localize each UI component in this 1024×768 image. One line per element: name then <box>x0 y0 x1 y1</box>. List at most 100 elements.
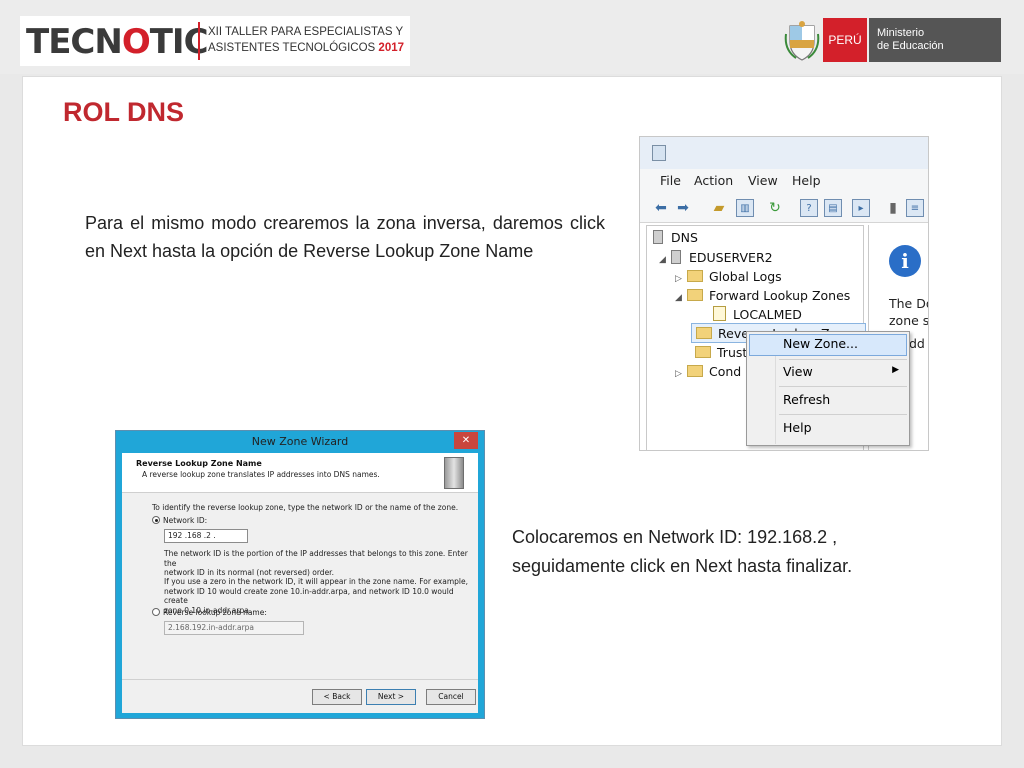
action-pane-icon[interactable]: ▸ <box>852 199 870 217</box>
tree-node-dns[interactable]: DNS <box>653 228 698 248</box>
menu-item-new-zone[interactable]: New Zone... <box>783 336 858 351</box>
zone-name-radio[interactable] <box>152 608 160 616</box>
event-line2: ASISTENTES TECNOLÓGICOS <box>208 42 376 54</box>
menu-item-help[interactable]: Help <box>783 420 812 435</box>
wizard-instruction: To identify the reverse lookup zone, typ… <box>152 503 459 512</box>
tree-node-localmed[interactable]: LOCALMED <box>713 305 802 325</box>
menu-view[interactable]: View <box>748 173 778 188</box>
event-title: XII TALLER PARA ESPECIALISTAS Y ASISTENT… <box>208 24 404 56</box>
menu-help[interactable]: Help <box>792 173 821 188</box>
folder-icon <box>696 327 712 339</box>
wizard-subheading: A reverse lookup zone translates IP addr… <box>142 470 380 479</box>
details-line1: The Dor <box>889 296 928 311</box>
logo-divider <box>198 22 200 60</box>
submenu-arrow-icon: ▶ <box>892 365 899 375</box>
instruction-paragraph-1: Para el mismo modo crearemos la zona inv… <box>85 213 605 261</box>
wizard-body: Reverse Lookup Zone Name A reverse looku… <box>122 453 478 713</box>
context-menu: New Zone... View ▶ Refresh Help <box>746 331 910 446</box>
dns-titlebar <box>640 137 928 169</box>
next-button[interactable]: Next > <box>366 689 416 705</box>
slide-content: ROL DNS Para el mismo modo crearemos la … <box>22 76 1002 746</box>
menu-file[interactable]: File <box>660 173 681 188</box>
wizard-heading: Reverse Lookup Zone Name <box>136 459 262 468</box>
details-line3: dd <box>909 336 925 351</box>
refresh-icon[interactable]: ↻ <box>766 199 784 217</box>
network-id-option[interactable]: Network ID: <box>152 516 207 526</box>
tree-node-global-logs[interactable]: ▷ Global Logs <box>675 267 782 287</box>
tree-label-trust: Trust <box>717 345 748 360</box>
dns-app-icon <box>652 145 666 161</box>
note1-line1: The network ID is the portion of the IP … <box>164 549 468 568</box>
server-icon <box>671 250 681 264</box>
forward-arrow-icon[interactable]: ➡ <box>674 199 692 217</box>
ministry-line1: Ministerio <box>877 27 925 39</box>
tecnotic-logo: TECNOTIC XII TALLER PARA ESPECIALISTAS Y… <box>20 16 410 66</box>
expanded-arrow-icon: ◢ <box>675 293 682 303</box>
wizard-footer-divider <box>122 679 478 680</box>
back-arrow-icon[interactable]: ⬅ <box>652 199 670 217</box>
folder-icon <box>687 270 703 282</box>
expanded-arrow-icon: ◢ <box>659 255 666 265</box>
server-tower-icon <box>444 457 464 489</box>
show-tree-icon[interactable]: ▥ <box>736 199 754 217</box>
info-icon: i <box>889 245 921 277</box>
ministry-line2: de Educación <box>877 40 944 52</box>
tree-node-cond[interactable]: ▷ Cond <box>675 362 741 382</box>
tree-node-server[interactable]: ◢ EDUSERVER2 <box>659 248 773 268</box>
network-id-radio[interactable] <box>152 516 160 524</box>
tree-label-localmed: LOCALMED <box>733 307 802 322</box>
menu-separator <box>779 359 907 360</box>
wizard-title: New Zone Wizard <box>251 435 349 448</box>
network-id-field[interactable]: 192 .168 .2 . <box>164 529 248 543</box>
network-id-note: The network ID is the portion of the IP … <box>164 549 478 578</box>
menu-action[interactable]: Action <box>694 173 733 188</box>
slide-title: ROL DNS <box>63 97 185 127</box>
collapsed-arrow-icon: ▷ <box>675 369 682 379</box>
event-line1: XII TALLER PARA ESPECIALISTAS Y <box>208 26 404 38</box>
zone-name-option[interactable]: Reverse lookup zone name: <box>152 608 267 618</box>
properties-icon[interactable]: ▤ <box>824 199 842 217</box>
event-year: 2017 <box>378 42 405 54</box>
tree-node-forward-zones[interactable]: ◢ Forward Lookup Zones <box>675 286 850 306</box>
note2-line1: If you use a zero in the network ID, it … <box>164 577 468 586</box>
help-icon[interactable]: ? <box>800 199 818 217</box>
menu-item-view[interactable]: View <box>783 364 813 379</box>
logo-text-part1: TECN <box>26 22 123 62</box>
folder-up-icon[interactable]: ▰ <box>710 199 728 217</box>
dns-server-icon <box>653 230 663 244</box>
tree-label-global-logs: Global Logs <box>709 269 782 284</box>
folder-icon <box>687 289 703 301</box>
new-zone-wizard-window: New Zone Wizard ✕ Reverse Lookup Zone Na… <box>115 430 485 719</box>
server-icon[interactable]: ▮ <box>884 199 902 217</box>
menu-separator <box>779 386 907 387</box>
dns-menubar: File Action View Help <box>640 169 928 193</box>
zone-name-field[interactable]: 2.168.192.in-addr.arpa <box>164 621 304 635</box>
menu-separator <box>779 414 907 415</box>
tree-label-server: EDUSERVER2 <box>689 250 773 265</box>
coat-of-arms-icon <box>784 21 820 61</box>
cancel-button[interactable]: Cancel <box>426 689 476 705</box>
dns-console-screenshot: File Action View Help ⬅ ➡ ▰ ▥ ↻ ? ▤ ▸ ▮ … <box>639 136 929 451</box>
dns-toolbar: ⬅ ➡ ▰ ▥ ↻ ? ▤ ▸ ▮ ≡ <box>640 193 928 223</box>
ministry-badge: Ministerio de Educación <box>869 18 1001 62</box>
tree-label-cond: Cond <box>709 364 742 379</box>
close-icon[interactable]: ✕ <box>454 432 478 449</box>
zone-name-label: Reverse lookup zone name: <box>163 608 267 617</box>
folder-icon <box>687 365 703 377</box>
logo-wordmark: TECNOTIC <box>26 22 209 62</box>
note2-line2: network ID 10 would create zone 10.in-ad… <box>164 586 454 606</box>
network-id-label: Network ID: <box>163 516 208 525</box>
details-line2: zone sto <box>889 313 929 328</box>
header-bar: TECNOTIC XII TALLER PARA ESPECIALISTAS Y… <box>0 0 1024 74</box>
tree-node-trust[interactable]: Trust <box>695 343 747 363</box>
menu-item-refresh[interactable]: Refresh <box>783 392 830 407</box>
folder-icon <box>695 346 711 358</box>
list-icon[interactable]: ≡ <box>906 199 924 217</box>
tree-label-forward-zones: Forward Lookup Zones <box>709 288 851 303</box>
wizard-header: Reverse Lookup Zone Name A reverse looku… <box>122 453 478 493</box>
logo-text-o: O <box>121 22 151 62</box>
zone-file-icon <box>713 306 726 321</box>
instruction-paragraph-2: Colocaremos en Network ID: 192.168.2 , s… <box>512 527 853 576</box>
peru-badge: PERÚ <box>823 18 867 62</box>
back-button[interactable]: < Back <box>312 689 362 705</box>
